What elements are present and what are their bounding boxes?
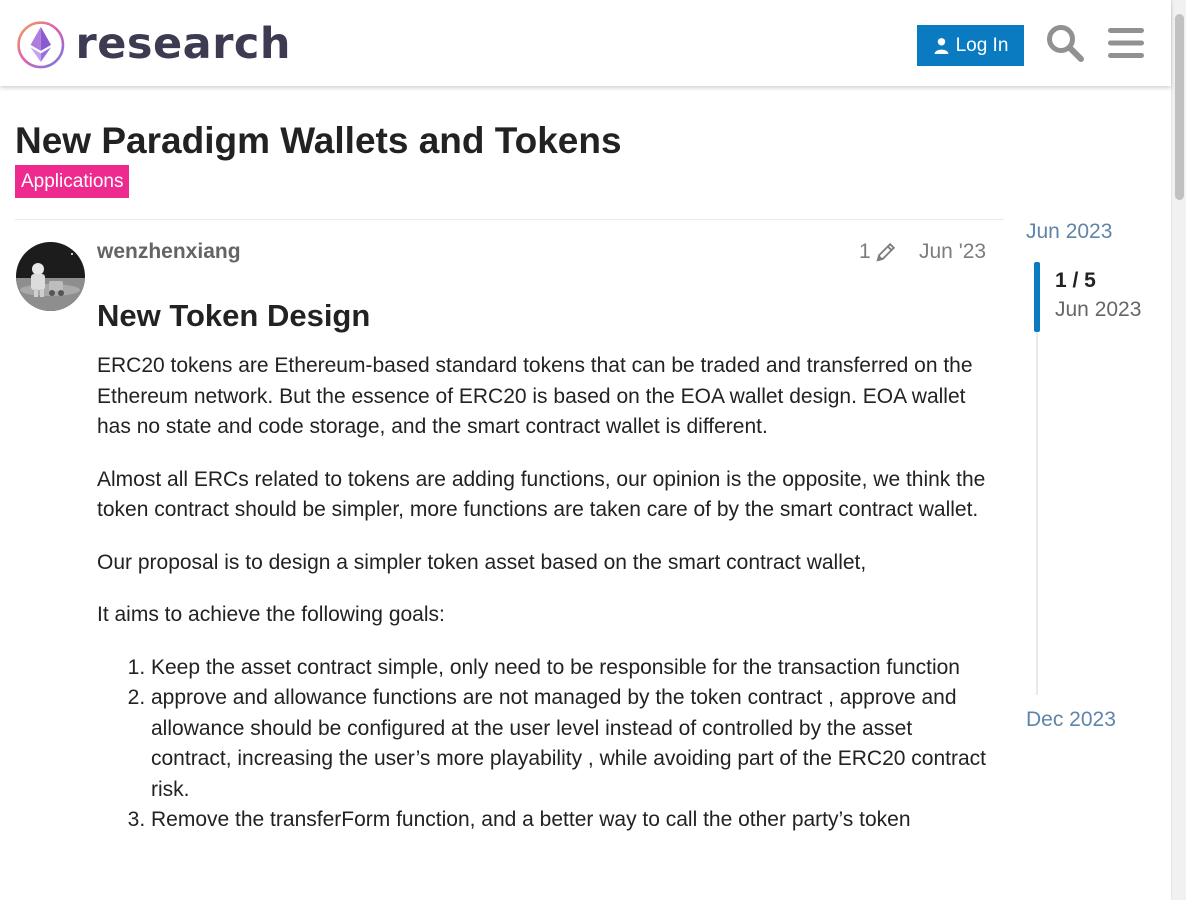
scrollbar-thumb[interactable] <box>1175 14 1184 200</box>
post-paragraph: Our proposal is to design a simpler toke… <box>97 550 867 574</box>
timeline-start-date[interactable]: Jun 2023 <box>1026 220 1112 244</box>
timeline-position-date: Jun 2023 <box>1055 298 1142 321</box>
list-item: approve and allowance functions are not … <box>151 683 992 805</box>
hamburger-menu-icon[interactable] <box>1104 20 1148 66</box>
edit-count: 1 <box>859 240 871 263</box>
pencil-icon <box>876 242 895 262</box>
goals-list: Keep the asset contract simple, only nee… <box>97 653 992 836</box>
astronaut-avatar-icon <box>16 242 85 311</box>
avatar[interactable] <box>16 242 85 311</box>
post-date[interactable]: Jun '23 <box>919 240 986 264</box>
list-item: Remove the transferForm function, and a … <box>151 805 992 836</box>
user-icon <box>934 38 948 54</box>
post-paragraph: ERC20 tokens are Ethereum-based standard… <box>97 354 973 438</box>
list-item: Keep the asset contract simple, only nee… <box>151 653 992 684</box>
login-button[interactable]: Log In <box>917 25 1024 66</box>
site-header: research Log In <box>0 0 1171 86</box>
post-paragraph: Almost all ERCs related to tokens are ad… <box>97 467 986 522</box>
category-badge[interactable]: Applications <box>15 165 130 198</box>
ethereum-logo-icon <box>17 21 65 69</box>
post-body: New Token Design ERC20 tokens are Ethere… <box>97 296 992 836</box>
page-scrollbar[interactable] <box>1171 0 1186 900</box>
username[interactable]: wenzhenxiang <box>97 240 241 264</box>
search-icon[interactable] <box>1043 20 1087 66</box>
logo-text: research <box>75 18 291 69</box>
site-logo[interactable]: research <box>16 14 291 74</box>
post-heading: New Token Design <box>97 298 371 333</box>
divider <box>15 219 1004 220</box>
post-paragraph: It aims to achieve the following goals: <box>97 603 445 626</box>
topic-title[interactable]: New Paradigm Wallets and Tokens <box>15 119 622 163</box>
timeline-handle[interactable] <box>1034 262 1040 332</box>
login-label: Log In <box>955 34 1009 56</box>
timeline-end-date[interactable]: Dec 2023 <box>1026 708 1116 732</box>
timeline-position: 1 / 5 <box>1055 269 1096 292</box>
edit-history-button[interactable]: 1 <box>859 240 897 264</box>
